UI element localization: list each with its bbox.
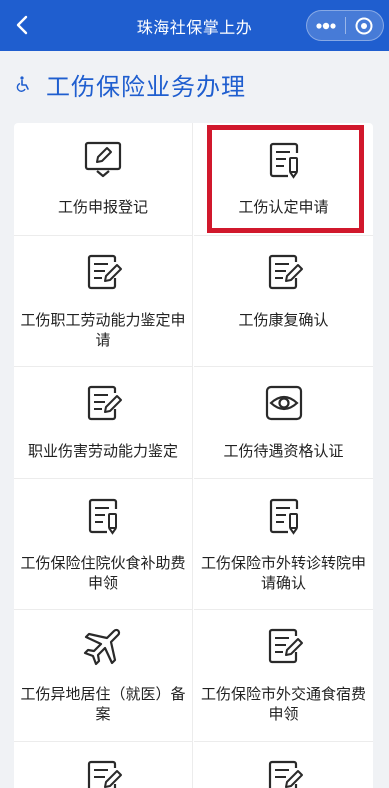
tile-remote-residence-filing[interactable]: 工伤异地居住（就医）备案 [14,610,193,742]
document-edit-icon [87,760,122,788]
document-edit-icon [268,254,303,290]
target-circle-icon [355,17,373,34]
nav-bar: 珠海社保掌上办 [0,0,389,51]
section-header: 工伤保险业务办理 [0,51,389,116]
tile-label: 工伤保险市外转诊转院申请确认 [200,554,366,592]
document-pen-icon [88,498,118,535]
more-dots-icon [316,22,336,29]
tile-label: 工伤职工劳动能力鉴定申请 [20,311,186,349]
tile-benefit-qualification[interactable]: 工伤待遇资格认证 [194,367,373,479]
document-pen-icon [269,498,298,535]
close-miniapp-button[interactable] [345,11,383,40]
tile-label: 职业伤害劳动能力鉴定 [27,442,178,460]
tile-hospital-meal-subsidy[interactable]: 工伤保险住院伙食补助费申领 [14,479,193,610]
wheelchair-icon [16,76,30,92]
tile-label: 工伤申报登记 [57,198,148,216]
document-edit-icon [268,760,303,788]
document-edit-icon [87,385,122,421]
chevron-left-icon [16,15,28,35]
tile-label: 工伤待遇资格认证 [223,442,344,460]
service-grid: 工伤申报登记 工伤认定申请 工伤职工劳动能力鉴定申请 工伤康复确认 职业伤害劳动… [14,123,373,788]
tile-label: 工伤保险住院伙食补助费申领 [20,554,186,592]
edit-form-icon [84,141,122,178]
tile-more-right[interactable] [194,742,373,788]
tile-occupational-injury-appraisal[interactable]: 职业伤害劳动能力鉴定 [14,367,193,479]
more-button[interactable] [307,11,345,40]
nav-title: 珠海社保掌上办 [136,17,253,37]
tile-label: 工伤认定申请 [238,198,329,216]
section-title: 工伤保险业务办理 [46,73,246,101]
document-edit-icon [268,628,303,664]
tile-label: 工伤保险市外交通食宿费申领 [200,685,366,723]
document-pen-icon [269,142,298,179]
eye-icon [265,385,302,421]
tile-label: 工伤异地居住（就医）备案 [20,685,186,723]
airplane-icon [83,628,121,666]
tile-injury-report[interactable]: 工伤申报登记 [14,123,193,236]
document-edit-icon [87,254,122,290]
tile-more-left[interactable] [14,742,193,788]
tile-work-ability-appraisal[interactable]: 工伤职工劳动能力鉴定申请 [14,236,193,367]
tile-out-of-city-referral[interactable]: 工伤保险市外转诊转院申请确认 [194,479,373,610]
tile-out-of-city-travel-expense[interactable]: 工伤保险市外交通食宿费申领 [194,610,373,742]
miniapp-capsule [306,10,384,41]
tile-injury-recognition[interactable]: 工伤认定申请 [194,123,373,236]
tile-label: 工伤康复确认 [238,311,329,329]
tile-rehab-confirmation[interactable]: 工伤康复确认 [194,236,373,367]
back-button[interactable] [10,13,34,37]
